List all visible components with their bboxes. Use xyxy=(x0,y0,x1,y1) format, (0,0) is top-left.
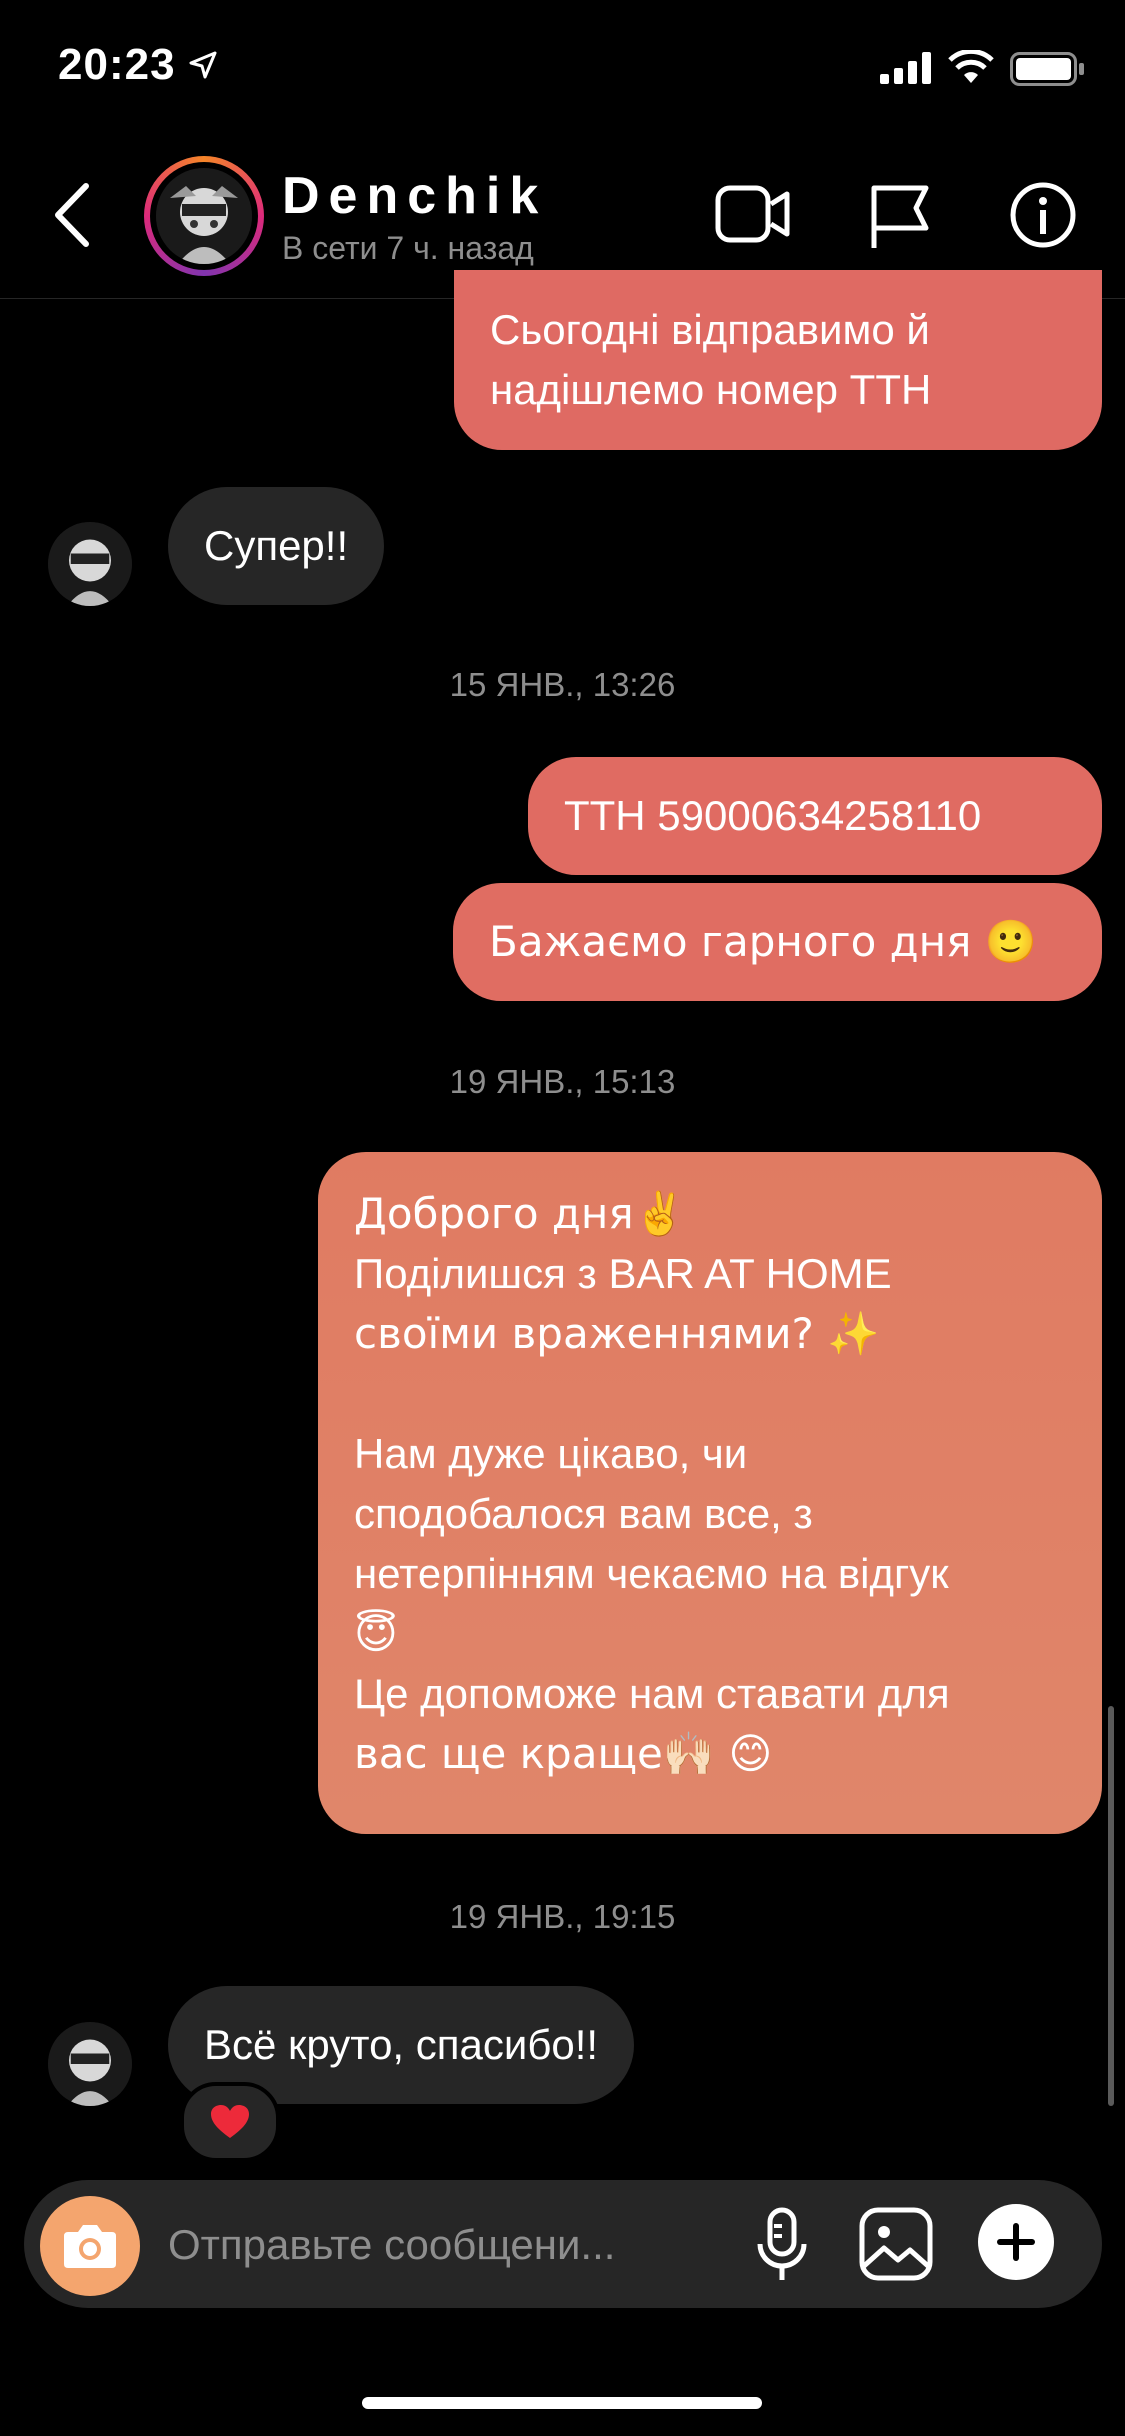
wifi-icon xyxy=(948,50,994,83)
mic-icon[interactable] xyxy=(752,2206,812,2286)
reaction-badge[interactable] xyxy=(180,2082,280,2162)
plus-icon xyxy=(997,2223,1035,2261)
message-text: Доброго дня✌️ xyxy=(354,1189,686,1238)
message-text: своїми враженнями? ✨ xyxy=(354,1309,880,1358)
location-arrow-icon xyxy=(189,51,217,79)
date-separator: 15 ЯНВ., 13:26 xyxy=(449,666,676,703)
contact-status: В сети 7 ч. назад xyxy=(282,230,534,266)
scrollbar[interactable] xyxy=(1108,1706,1114,2106)
message-incoming[interactable]: Супер!! xyxy=(168,487,385,605)
plus-button[interactable] xyxy=(978,2204,1054,2280)
message-text: Бажаємо гарного дня 🙂 xyxy=(489,917,1038,966)
avatar[interactable] xyxy=(156,168,252,264)
message-text: нетерпінням чекаємо на відгук xyxy=(354,1550,949,1597)
flag-icon[interactable] xyxy=(868,182,932,250)
message-text xyxy=(354,1364,1066,1424)
message-text: вас ще краще🙌🏻 😊 xyxy=(354,1729,773,1778)
message-text: Супер!! xyxy=(204,522,349,569)
heart-icon xyxy=(211,2105,249,2138)
sender-avatar[interactable] xyxy=(48,2022,132,2106)
date-separator: 19 ЯНВ., 15:13 xyxy=(449,1063,676,1100)
message-outgoing[interactable]: Сьогодні відправимо й надішлемо номер ТТ… xyxy=(454,270,1102,450)
message-input[interactable] xyxy=(168,2210,708,2280)
message-text: Сьогодні відправимо й xyxy=(490,306,930,353)
camera-button[interactable] xyxy=(40,2196,140,2296)
date-separator: 19 ЯНВ., 19:15 xyxy=(449,1898,676,1935)
message-text: Всё круто, спасибо!! xyxy=(204,2021,599,2068)
info-icon[interactable] xyxy=(1010,182,1076,248)
status-time: 20:23 xyxy=(58,40,176,89)
home-indicator[interactable] xyxy=(362,2397,762,2409)
message-outgoing[interactable]: ТТН 59000634258110 xyxy=(528,757,1102,875)
sender-avatar[interactable] xyxy=(48,522,132,606)
signal-icon xyxy=(880,52,931,84)
camera-icon xyxy=(64,2225,116,2268)
message-outgoing[interactable]: Доброго дня✌️ Поділишся з BAR AT HOME св… xyxy=(318,1152,1102,1834)
back-icon[interactable] xyxy=(48,180,98,250)
battery-icon xyxy=(1010,52,1084,86)
message-text: Нам дуже цікаво, чи xyxy=(354,1430,748,1477)
message-text: 😇 xyxy=(354,1609,398,1658)
video-icon[interactable] xyxy=(715,182,791,246)
message-text: Це допоможе нам ставати для xyxy=(354,1670,950,1717)
message-text: сподобалося вам все, з xyxy=(354,1490,813,1537)
message-text: Поділишся з BAR AT HOME xyxy=(354,1250,892,1297)
message-text: надішлемо номер ТТН xyxy=(490,366,932,413)
message-outgoing[interactable]: Бажаємо гарного дня 🙂 xyxy=(453,883,1102,1001)
message-text: ТТН 59000634258110 xyxy=(564,792,982,839)
gallery-icon[interactable] xyxy=(858,2206,934,2282)
contact-name[interactable]: Denchik xyxy=(282,166,547,226)
